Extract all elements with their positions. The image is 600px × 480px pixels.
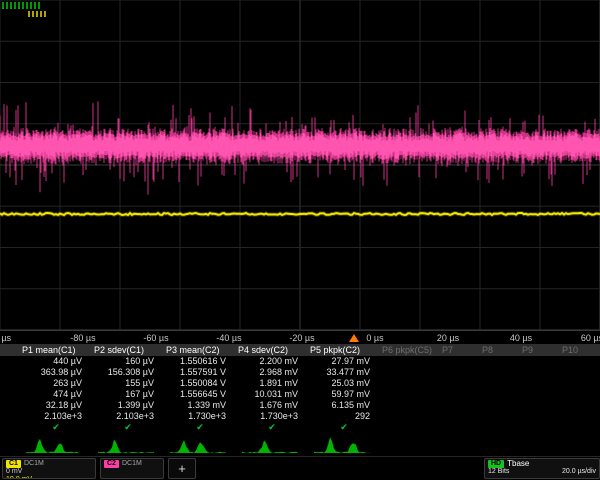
timebase-bits: 12 Bits — [488, 468, 509, 476]
meas-value: 160 µV — [92, 356, 164, 367]
meas-value: 27.97 mV — [308, 356, 380, 367]
time-tick: -100 µs — [0, 333, 11, 343]
param-header-p6[interactable]: P6 pkpk(C5) — [380, 344, 440, 356]
descriptor-bar: C1 DC1M 0 mV 10.0 mV C2 DC1M + HD Tbase … — [0, 456, 600, 480]
status-check-icon: ✔ — [308, 422, 380, 432]
time-tick: 20 µs — [437, 333, 459, 343]
histicon-p4[interactable] — [236, 432, 308, 454]
plus-icon: + — [178, 461, 186, 476]
meas-value: 2.103e+3 — [20, 411, 92, 422]
meas-value: 2.103e+3 — [92, 411, 164, 422]
param-header-p8[interactable]: P8 — [480, 344, 520, 356]
c1-line2: 10.0 mV — [6, 476, 92, 480]
c1-coupling: DC1M — [24, 460, 44, 468]
meas-value: 2.968 mV — [236, 367, 308, 378]
status-check-icon: ✔ — [92, 422, 164, 432]
status-check-icon: ✔ — [236, 422, 308, 432]
timebase-scale: 20.0 µs/div — [562, 468, 596, 476]
c1-chip: C1 — [6, 460, 21, 468]
time-axis: -100 µs -80 µs -60 µs -40 µs -20 µs 0 µs… — [0, 330, 600, 344]
measurement-table: P1 mean(C1) P2 sdev(C1) P3 mean(C2) P4 s… — [0, 344, 600, 432]
meas-value: 59.97 mV — [308, 389, 380, 400]
time-tick: -60 µs — [143, 333, 168, 343]
meas-value: 10.031 mV — [236, 389, 308, 400]
timebase-label: Tbase — [507, 460, 529, 468]
meas-value: 1.556645 V — [164, 389, 236, 400]
time-tick: 0 µs — [366, 333, 383, 343]
param-header-p2[interactable]: P2 sdev(C1) — [92, 344, 164, 356]
hd-badge: HD — [488, 460, 504, 468]
time-tick: 60 µs — [581, 333, 600, 343]
oscilloscope-screen: -100 µs -80 µs -60 µs -40 µs -20 µs 0 µs… — [0, 0, 600, 480]
c2-coupling: DC1M — [122, 460, 142, 468]
meas-value: 1.676 mV — [236, 400, 308, 411]
channel-c2-descriptor[interactable]: C2 DC1M — [100, 458, 164, 479]
meas-value: 1.557591 V — [164, 367, 236, 378]
meas-value: 474 µV — [20, 389, 92, 400]
measurement-header-row: P1 mean(C1) P2 sdev(C1) P3 mean(C2) P4 s… — [0, 344, 600, 356]
param-header-p3[interactable]: P3 mean(C2) — [164, 344, 236, 356]
timebase-descriptor[interactable]: HD Tbase 12 Bits 20.0 µs/div — [484, 458, 600, 479]
screen-annotation-yellow — [28, 11, 48, 17]
histicon-p5[interactable] — [308, 432, 380, 454]
measurement-row-min: 263 µV 155 µV 1.550084 V 1.891 mV 25.03 … — [0, 378, 600, 389]
meas-value: 156.308 µV — [92, 367, 164, 378]
status-check-icon: ✔ — [164, 422, 236, 432]
meas-value: 1.730e+3 — [236, 411, 308, 422]
param-header-p4[interactable]: P4 sdev(C2) — [236, 344, 308, 356]
waveform-svg — [0, 0, 600, 330]
meas-value: 1.339 mV — [164, 400, 236, 411]
meas-value: 6.135 mV — [308, 400, 380, 411]
histicon-p3[interactable] — [164, 432, 236, 454]
measurement-status-row: ✔ ✔ ✔ ✔ ✔ — [0, 422, 600, 432]
meas-value: 32.18 µV — [20, 400, 92, 411]
param-header-p1[interactable]: P1 mean(C1) — [20, 344, 92, 356]
c2-chip: C2 — [104, 460, 119, 468]
param-header-p10[interactable]: P10 — [560, 344, 600, 356]
time-tick: 40 µs — [510, 333, 532, 343]
histicon-p1[interactable] — [20, 432, 92, 454]
meas-value: 292 — [308, 411, 380, 422]
meas-value: 25.03 mV — [308, 378, 380, 389]
c1-line1: 0 mV — [6, 468, 92, 476]
status-check-icon: ✔ — [20, 422, 92, 432]
measurement-row-sdev: 32.18 µV 1.399 µV 1.339 mV 1.676 mV 6.13… — [0, 400, 600, 411]
meas-value: 440 µV — [20, 356, 92, 367]
meas-value: 167 µV — [92, 389, 164, 400]
meas-value: 33.477 mV — [308, 367, 380, 378]
param-header-p7[interactable]: P7 — [440, 344, 480, 356]
meas-value: 1.550616 V — [164, 356, 236, 367]
time-tick: -40 µs — [216, 333, 241, 343]
meas-value: 155 µV — [92, 378, 164, 389]
measurement-row-num: 2.103e+3 2.103e+3 1.730e+3 1.730e+3 292 — [0, 411, 600, 422]
measurement-row-value: 440 µV 160 µV 1.550616 V 2.200 mV 27.97 … — [0, 356, 600, 367]
add-trace-button[interactable]: + — [168, 458, 196, 479]
meas-value: 1.399 µV — [92, 400, 164, 411]
meas-value: 1.730e+3 — [164, 411, 236, 422]
meas-value: 2.200 mV — [236, 356, 308, 367]
screen-annotation-green — [2, 2, 42, 9]
meas-value: 1.550084 V — [164, 378, 236, 389]
trigger-time-marker[interactable] — [349, 334, 359, 342]
histicon-p2[interactable] — [92, 432, 164, 454]
histicon-strip — [0, 432, 600, 456]
measurement-row-max: 474 µV 167 µV 1.556645 V 10.031 mV 59.97… — [0, 389, 600, 400]
time-tick: -20 µs — [289, 333, 314, 343]
param-header-p5[interactable]: P5 pkpk(C2) — [308, 344, 380, 356]
meas-value: 363.98 µV — [20, 367, 92, 378]
waveform-display[interactable] — [0, 0, 600, 330]
time-tick: -80 µs — [70, 333, 95, 343]
meas-value: 1.891 mV — [236, 378, 308, 389]
meas-value: 263 µV — [20, 378, 92, 389]
param-header-p9[interactable]: P9 — [520, 344, 560, 356]
measurement-row-mean: 363.98 µV 156.308 µV 1.557591 V 2.968 mV… — [0, 367, 600, 378]
channel-c1-descriptor[interactable]: C1 DC1M 0 mV 10.0 mV — [2, 458, 96, 479]
